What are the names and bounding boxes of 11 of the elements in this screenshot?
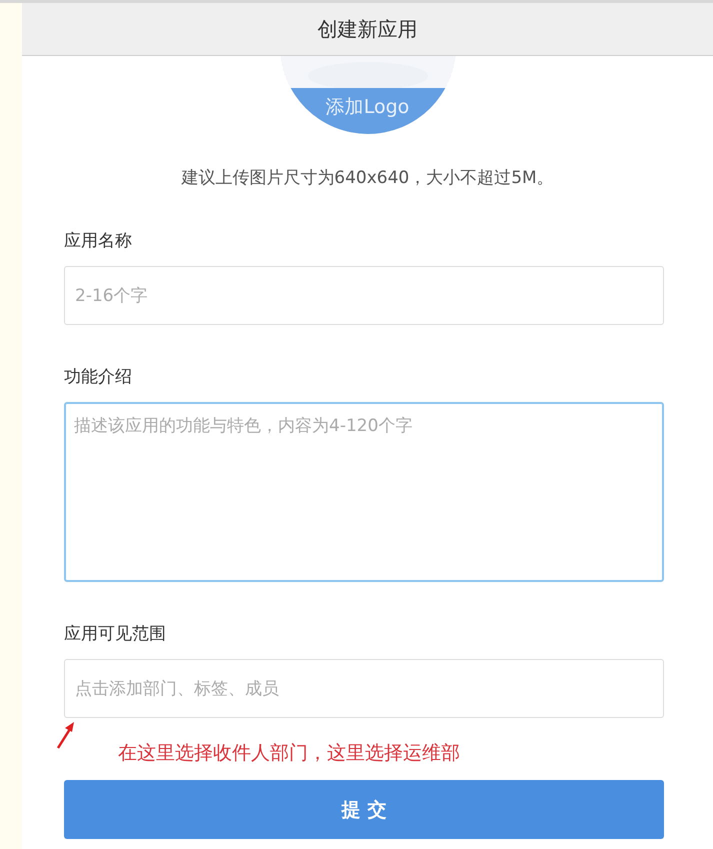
input-field[interactable]: 点击添加部门、标签、成员 (64, 659, 664, 718)
submit-button[interactable]: 提 交 (64, 780, 664, 839)
arrow-icon (56, 720, 76, 750)
description-field[interactable]: 描述该应用的功能与特色，内容为4-120个字 (64, 402, 664, 582)
page-title: 创建新应用 (318, 16, 418, 42)
field-label: 应用可见范围 (64, 623, 167, 645)
field-label: 应用名称 (64, 230, 133, 252)
input-field[interactable]: 2-16个字 (64, 266, 664, 325)
upload-hint: 建议上传图片尺寸为640x640，大小不超过5M。 (180, 167, 555, 189)
annotation-text: 在这里选择收件人部门，这里选择运维部 (118, 741, 460, 766)
field-label: 功能介绍 (64, 366, 133, 388)
